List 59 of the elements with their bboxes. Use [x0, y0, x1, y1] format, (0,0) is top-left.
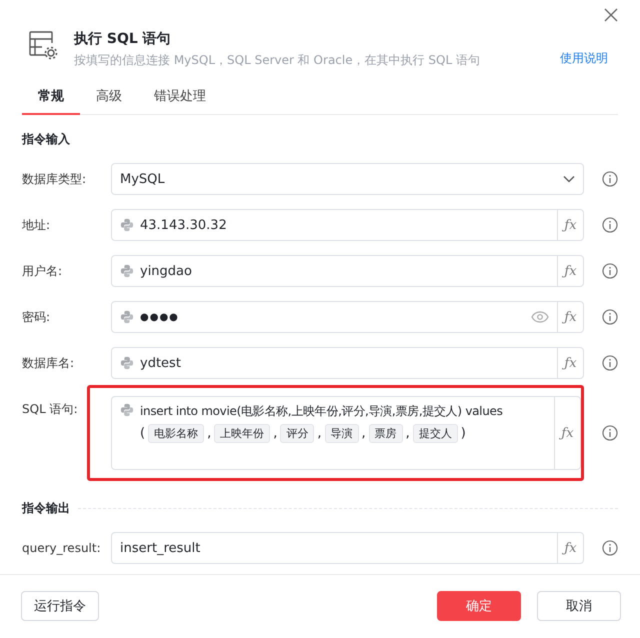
dialog-subtitle: 按填写的信息连接 MySQL，SQL Server 和 Oracle，在其中执行 SQL 语句 — [74, 52, 481, 69]
chevron-down-icon — [563, 175, 575, 183]
tab[interactable]: 高级 — [80, 83, 138, 115]
info-icon[interactable] — [602, 540, 618, 556]
info-icon[interactable] — [602, 171, 618, 187]
formula-button[interactable]: ƒx — [557, 533, 583, 563]
formula-button[interactable]: ƒx — [557, 210, 583, 240]
sql-text: ) — [460, 426, 466, 441]
sql-text: , — [207, 426, 212, 441]
confirm-button[interactable]: 确定 — [437, 591, 521, 621]
python-icon — [120, 403, 134, 417]
sql-text: , — [406, 426, 410, 441]
variable-tag: 电影名称 — [148, 424, 204, 443]
run-button[interactable]: 运行指令 — [21, 591, 99, 621]
python-icon — [120, 218, 134, 232]
section-title: 指令输出 — [22, 500, 70, 517]
dialog-title: 执行 SQL 语句 — [74, 30, 172, 48]
input-field[interactable]: ydtest ƒx — [111, 347, 584, 379]
variable-tag: 评分 — [280, 424, 314, 443]
formula-button[interactable]: ƒx — [557, 348, 583, 378]
section-title: 指令输入 — [22, 131, 70, 148]
variable-tag: 票房 — [368, 424, 403, 443]
variable-tag: 提交人 — [412, 424, 458, 443]
info-icon[interactable] — [602, 425, 618, 441]
python-icon — [120, 356, 134, 370]
field-label: SQL 语句: — [22, 401, 79, 418]
database-gear-icon — [28, 30, 58, 62]
formula-button[interactable]: ƒx — [557, 302, 583, 332]
select-field[interactable]: MySQL — [111, 163, 584, 195]
sql-field[interactable]: insert into movie(电影名称,上映年份,评分,导演,票房,提交人) values ( 电影名称 , 上映年份 , 评分 , 导演 , 票房 , 提交人 ) ƒx — [111, 396, 581, 470]
python-icon — [120, 310, 134, 324]
close-icon[interactable] — [604, 8, 618, 22]
input-field[interactable]: insert_result ƒx — [111, 532, 584, 564]
python-icon — [120, 264, 134, 278]
formula-button[interactable]: ƒx — [557, 256, 583, 286]
variable-tag: 导演 — [324, 424, 358, 443]
info-icon[interactable] — [602, 263, 618, 279]
tab[interactable]: 常规 — [22, 83, 80, 115]
help-link[interactable]: 使用说明 — [560, 50, 608, 67]
sql-text: , — [317, 426, 322, 441]
sql-text: , — [273, 426, 278, 441]
variable-tag: 上映年份 — [214, 424, 270, 443]
input-field[interactable]: yingdao ƒx — [111, 255, 584, 287]
input-field[interactable]: 43.143.30.32 ƒx — [111, 209, 584, 241]
info-icon[interactable] — [602, 217, 618, 233]
info-icon[interactable] — [602, 309, 618, 325]
password-field[interactable]: ●●●● ƒx — [111, 301, 584, 333]
field-label: 地址: — [22, 216, 52, 234]
info-icon[interactable] — [602, 355, 618, 371]
cancel-button[interactable]: 取消 — [537, 591, 621, 621]
field-label: 用户名: — [22, 262, 64, 280]
field-label: 数据库名: — [22, 354, 76, 372]
sql-text: ( — [140, 426, 146, 441]
field-label: query_result: — [22, 541, 102, 555]
tab[interactable]: 错误处理 — [138, 83, 222, 115]
sql-text: , — [362, 426, 366, 441]
field-label: 密码: — [22, 308, 52, 326]
field-label: 数据库类型: — [22, 170, 88, 188]
formula-button[interactable]: ƒx — [554, 397, 580, 469]
